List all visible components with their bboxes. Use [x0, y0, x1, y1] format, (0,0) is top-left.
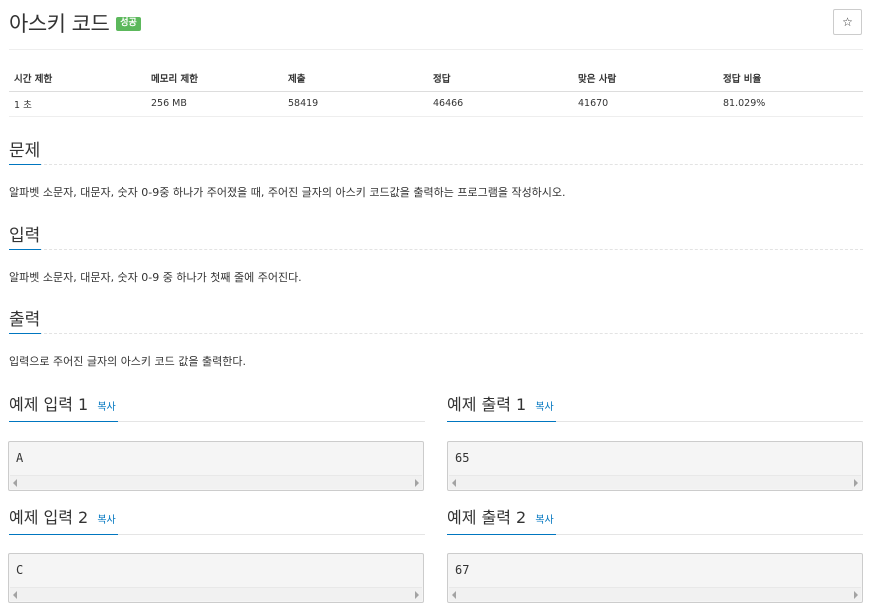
copy-button[interactable]: 복사 [97, 515, 115, 526]
page-title: 아스키 코드 [9, 12, 110, 36]
header-accepted: 정답 [428, 66, 573, 92]
scroll-left-icon[interactable] [452, 479, 456, 487]
header-accept-ratio: 정답 비율 [718, 66, 863, 92]
value-accepted[interactable]: 46466 [428, 91, 573, 117]
problem-info-table: 시간 제한 메모리 제한 제출 정답 맞은 사람 정답 비율 1 초 256 M… [9, 66, 863, 117]
header-time-limit: 시간 제한 [9, 66, 146, 92]
sample-output-1-title: 예제 출력 1 [447, 395, 527, 414]
input-title: 입력 [9, 226, 42, 250]
status-badge: 성공 [116, 17, 141, 31]
sample-output-2-value: 67 [455, 563, 470, 577]
value-solved-users[interactable]: 41670 [573, 91, 718, 117]
sample-input-2-header: 예제 입력 2 복사 [9, 506, 425, 535]
sample-output-1-value: 65 [455, 451, 470, 465]
scroll-left-icon[interactable] [452, 591, 456, 599]
input-section: 입력 알파벳 소문자, 대문자, 숫자 0-9 중 하나가 첫째 줄에 주어진다… [9, 226, 863, 285]
value-memory-limit: 256 MB [146, 91, 283, 117]
sample-input-2-title: 예제 입력 2 [9, 508, 89, 527]
output-title: 출력 [9, 310, 42, 334]
horizontal-scrollbar[interactable] [449, 587, 861, 601]
description-title: 문제 [9, 141, 42, 165]
header-memory-limit: 메모리 제한 [146, 66, 283, 92]
sample-output-1-box[interactable]: 65 [447, 441, 863, 491]
output-header: 출력 [9, 310, 863, 334]
value-accept-ratio: 81.029% [718, 91, 863, 117]
info-value-row: 1 초 256 MB 58419 46466 41670 81.029% [9, 91, 863, 117]
input-text: 알파벳 소문자, 대문자, 숫자 0-9 중 하나가 첫째 줄에 주어진다. [9, 271, 302, 284]
copy-button[interactable]: 복사 [97, 402, 115, 413]
description-text: 알파벳 소문자, 대문자, 숫자 0-9중 하나가 주어졌을 때, 주어진 글자… [9, 186, 566, 199]
copy-button[interactable]: 복사 [535, 402, 553, 413]
sample-input-1-box[interactable]: A [8, 441, 424, 491]
sample-output-2-header: 예제 출력 2 복사 [447, 506, 863, 535]
sample-output-2-title: 예제 출력 2 [447, 508, 527, 527]
input-header: 입력 [9, 226, 863, 250]
scroll-left-icon[interactable] [13, 479, 17, 487]
scroll-right-icon[interactable] [854, 591, 858, 599]
copy-button[interactable]: 복사 [535, 515, 553, 526]
description-header: 문제 [9, 141, 863, 165]
sample-input-2-value: C [16, 563, 24, 577]
info-header-row: 시간 제한 메모리 제한 제출 정답 맞은 사람 정답 비율 [9, 66, 863, 92]
scroll-left-icon[interactable] [13, 591, 17, 599]
header-solved-users: 맞은 사람 [573, 66, 718, 92]
sample-output-1-header: 예제 출력 1 복사 [447, 393, 863, 422]
sample-input-1-value: A [16, 451, 24, 465]
sample-input-1-header: 예제 입력 1 복사 [9, 393, 425, 422]
scroll-right-icon[interactable] [854, 479, 858, 487]
sample-output-2-box[interactable]: 67 [447, 553, 863, 603]
star-icon: ☆ [842, 15, 853, 29]
horizontal-scrollbar[interactable] [449, 475, 861, 489]
sample-input-1-title: 예제 입력 1 [9, 395, 89, 414]
value-time-limit: 1 초 [9, 91, 146, 117]
scroll-right-icon[interactable] [415, 479, 419, 487]
header-submissions: 제출 [283, 66, 428, 92]
horizontal-scrollbar[interactable] [10, 475, 422, 489]
horizontal-scrollbar[interactable] [10, 587, 422, 601]
description-section: 문제 알파벳 소문자, 대문자, 숫자 0-9중 하나가 주어졌을 때, 주어진… [9, 141, 863, 200]
value-submissions[interactable]: 58419 [283, 91, 428, 117]
scroll-right-icon[interactable] [415, 591, 419, 599]
output-text: 입력으로 주어진 글자의 아스키 코드 값을 출력한다. [9, 355, 246, 368]
title-row: 아스키 코드 성공 [9, 8, 141, 38]
sample-input-2-box[interactable]: C [8, 553, 424, 603]
title-divider [9, 49, 863, 50]
output-section: 출력 입력으로 주어진 글자의 아스키 코드 값을 출력한다. [9, 310, 863, 369]
star-button[interactable]: ☆ [833, 9, 862, 35]
